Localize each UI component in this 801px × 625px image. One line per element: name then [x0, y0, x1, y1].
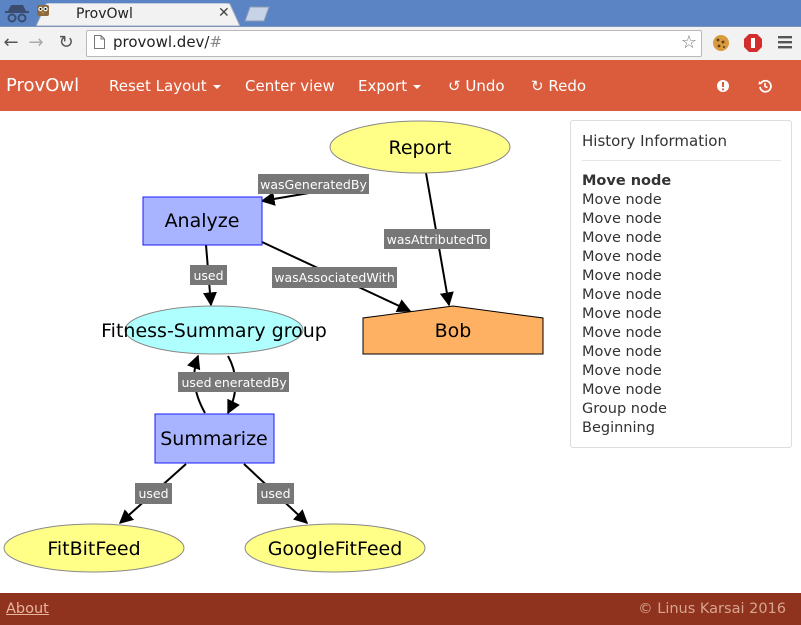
node-fitness-summary-group-label: Fitness-Summary group — [101, 320, 327, 342]
history-panel-title: History Information — [582, 132, 727, 150]
node-report[interactable]: Report — [329, 120, 511, 174]
redo-button[interactable]: ↻ Redo — [531, 77, 586, 95]
forward-arrow-icon[interactable]: → — [25, 32, 47, 54]
node-bob[interactable]: Bob — [362, 305, 544, 355]
info-exclamation-icon[interactable] — [716, 79, 730, 93]
node-analyze[interactable]: Analyze — [142, 196, 263, 246]
history-panel: History Information Move node Move node … — [570, 120, 792, 448]
edge-label-used-fitbit: used — [135, 483, 172, 504]
reset-layout-dropdown[interactable]: Reset Layout — [109, 77, 221, 95]
back-arrow-icon[interactable]: ← — [0, 32, 22, 54]
node-fitbitfeed[interactable]: FitBitFeed — [3, 523, 185, 573]
new-tab-button[interactable] — [242, 6, 272, 22]
browser-menu-icon[interactable] — [776, 33, 794, 51]
edge-label-was-generated-by: wasGeneratedBy — [258, 174, 369, 194]
browser-tab-strip: ProvOwl ✕ — [0, 0, 801, 27]
url-hash: # — [209, 33, 223, 51]
history-item[interactable]: Move node — [582, 381, 671, 400]
edge-label-used-googlefit: used — [257, 483, 294, 504]
history-divider — [582, 160, 781, 161]
incognito-icon — [5, 5, 29, 23]
tab-close-icon[interactable]: ✕ — [218, 5, 230, 21]
node-bob-label: Bob — [435, 320, 472, 342]
history-item[interactable]: Move node — [582, 286, 671, 305]
edge-label-was-associated-with: wasAssociatedWith — [272, 267, 397, 288]
history-item[interactable]: Move node — [582, 248, 671, 267]
page-icon — [94, 35, 105, 49]
bookmark-star-icon[interactable]: ☆ — [681, 32, 697, 53]
redo-label: Redo — [548, 77, 587, 95]
undo-icon: ↺ — [448, 77, 461, 95]
history-item[interactable]: Group node — [582, 400, 671, 419]
edge-label-used-summarize-text: used — [181, 375, 211, 390]
edge-label-used-analyze: used — [190, 265, 227, 285]
edge-label-was-attributed-to-text: wasAttributedTo — [387, 232, 488, 247]
edge-label-used-fitbit-text: used — [138, 486, 168, 501]
history-item[interactable]: Move node — [582, 267, 671, 286]
history-item[interactable]: Beginning — [582, 419, 671, 438]
undo-button[interactable]: ↺ Undo — [448, 77, 505, 95]
undo-label: Undo — [465, 77, 505, 95]
node-fitness-summary-group[interactable]: Fitness-Summary group — [101, 305, 327, 355]
footer: About © Linus Karsai 2016 — [0, 593, 801, 625]
redo-icon: ↻ — [531, 77, 544, 95]
edge-label-was-associated-with-text: wasAssociatedWith — [274, 270, 395, 285]
browser-toolbar: ← → ↻ provowl.dev/# ☆ — [0, 27, 801, 61]
history-item[interactable]: Move node — [582, 305, 671, 324]
edge-label-was-attributed-to: wasAttributedTo — [384, 229, 490, 249]
app-navbar: ProvOwl Reset Layout Center view Export … — [0, 60, 801, 111]
stop-extension-icon[interactable] — [743, 33, 763, 53]
url-host: provowl.dev/ — [113, 33, 210, 51]
center-view-button[interactable]: Center view — [245, 77, 335, 95]
edge-label-used-googlefit-text: used — [260, 486, 290, 501]
export-dropdown[interactable]: Export — [358, 77, 422, 95]
reload-icon[interactable]: ↻ — [55, 32, 77, 54]
history-item[interactable]: Move node — [582, 229, 671, 248]
tab-provowl[interactable]: ProvOwl ✕ — [36, 3, 240, 26]
history-item[interactable]: Move node — [582, 324, 671, 343]
node-googlefitfeed-label: GoogleFitFeed — [268, 538, 403, 560]
history-icon[interactable] — [758, 79, 772, 93]
node-summarize-label: Summarize — [160, 428, 268, 450]
node-googlefitfeed[interactable]: GoogleFitFeed — [244, 523, 426, 573]
copyright-text: © Linus Karsai 2016 — [638, 601, 786, 617]
caret-down-icon — [413, 84, 422, 89]
tab-title: ProvOwl — [76, 6, 133, 22]
history-item[interactable]: Move node — [582, 362, 671, 381]
node-report-label: Report — [389, 137, 452, 159]
cookie-extension-icon[interactable] — [711, 33, 731, 53]
edge-label-was-generated-by-text: wasGeneratedBy — [260, 177, 367, 192]
edge-label-generated-by-summarize: eneratedBy — [212, 372, 289, 392]
edge-label-generated-by-summarize-text: eneratedBy — [214, 375, 287, 390]
edge-label-used-summarize: used — [178, 372, 215, 392]
caret-down-icon — [212, 84, 221, 89]
history-item[interactable]: Move node — [582, 172, 671, 191]
history-item[interactable]: Move node — [582, 343, 671, 362]
history-item[interactable]: Move node — [582, 191, 671, 210]
about-link[interactable]: About — [6, 601, 49, 617]
edge-label-used-analyze-text: used — [193, 268, 223, 283]
owl-favicon-icon — [37, 5, 49, 16]
provenance-graph-canvas[interactable]: Report Analyze Fitness-Summary group Bob… — [0, 111, 560, 593]
brand-logo[interactable]: ProvOwl — [6, 75, 79, 96]
address-bar[interactable]: provowl.dev/# ☆ — [86, 30, 702, 57]
node-fitbitfeed-label: FitBitFeed — [47, 538, 140, 560]
history-list: Move node Move node Move node Move node … — [582, 172, 671, 438]
export-label: Export — [358, 77, 408, 95]
history-item[interactable]: Move node — [582, 210, 671, 229]
url-text: provowl.dev/# — [113, 33, 222, 51]
reset-layout-label: Reset Layout — [109, 77, 207, 95]
node-summarize[interactable]: Summarize — [154, 413, 275, 464]
node-analyze-label: Analyze — [165, 210, 240, 232]
